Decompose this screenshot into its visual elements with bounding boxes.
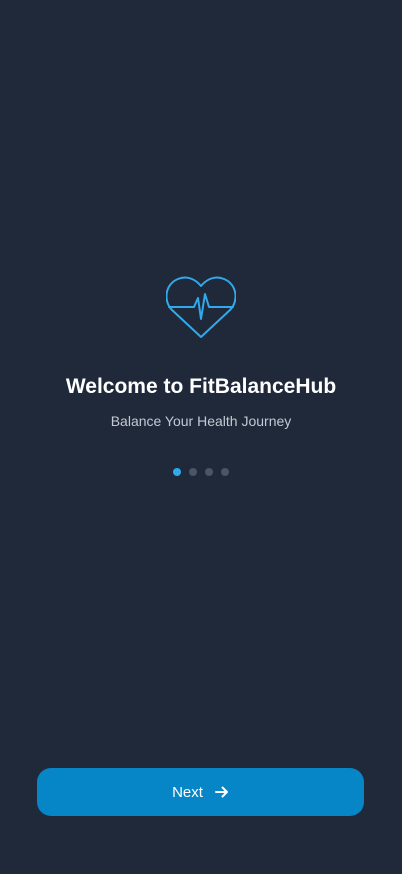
page-dot-2[interactable] bbox=[189, 468, 197, 476]
onboarding-screen: Welcome to FitBalanceHub Balance Your He… bbox=[0, 0, 402, 874]
heart-pulse-icon bbox=[166, 274, 236, 338]
page-indicator bbox=[0, 468, 402, 476]
welcome-title: Welcome to FitBalanceHub bbox=[65, 375, 337, 398]
arrow-right-icon bbox=[214, 785, 229, 799]
welcome-subtitle: Balance Your Health Journey bbox=[110, 413, 292, 429]
app-logo bbox=[0, 274, 402, 338]
page-dot-1[interactable] bbox=[173, 468, 181, 476]
welcome-hero: Welcome to FitBalanceHub Balance Your He… bbox=[0, 274, 402, 476]
next-button-label: Next bbox=[172, 783, 203, 801]
page-dot-3[interactable] bbox=[205, 468, 213, 476]
next-button[interactable]: Next bbox=[37, 768, 364, 816]
page-dot-4[interactable] bbox=[221, 468, 229, 476]
